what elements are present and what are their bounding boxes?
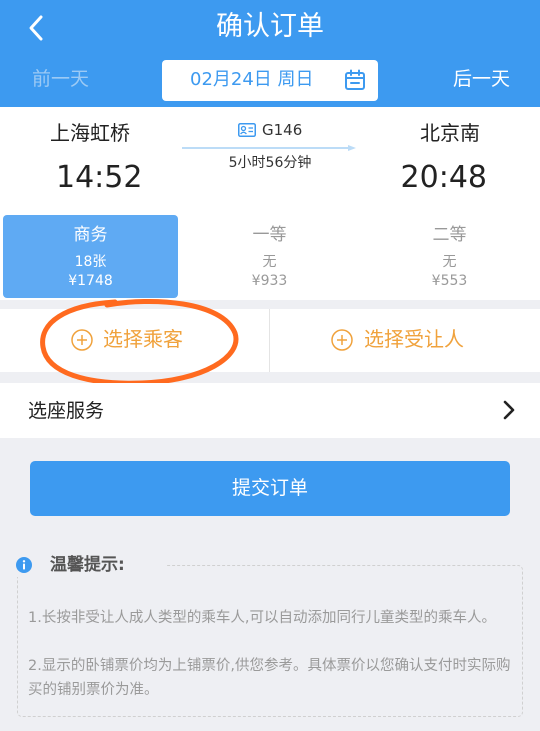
- calendar-icon: [345, 69, 365, 90]
- seat-service-label: 选座服务: [28, 400, 105, 422]
- seat-name: 二等: [432, 225, 467, 245]
- train-number: G146: [262, 121, 303, 139]
- choose-passenger-button[interactable]: 选择乘客: [0, 309, 269, 372]
- id-card-icon: [238, 123, 256, 137]
- page-title: 确认订单: [216, 11, 324, 42]
- seat-option-first-class[interactable]: 一等 无 ¥933: [182, 215, 357, 298]
- submit-order-button[interactable]: 提交订单: [30, 461, 510, 516]
- next-day-button[interactable]: 后一天: [453, 66, 510, 92]
- seat-name: 商务: [73, 225, 108, 245]
- choose-beneficiary-button[interactable]: 选择受让人: [270, 309, 540, 372]
- departure-station: 上海虹桥: [50, 121, 130, 145]
- plus-circle-icon: [71, 329, 93, 351]
- tip-line-1: 1.长按非受让人成人类型的乘车人,可以自动添加同行儿童类型的乘车人。: [28, 610, 496, 626]
- tip-line-2: 2.显示的卧铺票价均为上铺票价,供您参考。具体票价以您确认支付时实际购买的铺别票…: [28, 658, 511, 698]
- info-icon: [16, 557, 32, 573]
- seat-class-selector: 商务 18张 ¥1748 一等 无 ¥933 二等 无 ¥553: [0, 205, 540, 300]
- seat-option-business[interactable]: 商务 18张 ¥1748: [3, 215, 178, 298]
- choose-beneficiary-label: 选择受让人: [364, 327, 464, 351]
- seat-service-row[interactable]: 选座服务: [0, 383, 540, 438]
- seat-availability: 18张: [74, 254, 107, 270]
- choose-passenger-label: 选择乘客: [103, 327, 183, 351]
- passenger-selection-row: 选择乘客 选择受让人: [0, 309, 540, 372]
- seat-name: 一等: [252, 225, 287, 245]
- tips-title: 温馨提示:: [50, 555, 125, 575]
- seat-price: ¥553: [431, 273, 468, 289]
- tips-box: 1.长按非受让人成人类型的乘车人,可以自动添加同行儿童类型的乘车人。 2.显示的…: [17, 565, 523, 717]
- seat-price: ¥933: [251, 273, 288, 289]
- seat-availability: 无: [262, 254, 277, 270]
- date-picker[interactable]: 02月24日 周日: [162, 60, 378, 101]
- arrival-station: 北京南: [420, 121, 480, 145]
- chevron-right-icon: [503, 400, 515, 420]
- route-arrow: [182, 145, 356, 151]
- seat-availability: 无: [442, 254, 457, 270]
- plus-circle-icon: [331, 329, 353, 351]
- top-bar: 确认订单 前一天 02月24日 周日 后一天: [0, 0, 540, 107]
- train-info-card: 上海虹桥 14:52 G146 5小时56分钟 北京南 20:48: [0, 107, 540, 205]
- tips-header: 温馨提示:: [16, 553, 166, 577]
- arrival-time: 20:48: [400, 160, 487, 195]
- seat-price: ¥1748: [68, 273, 113, 289]
- prev-day-button[interactable]: 前一天: [32, 66, 89, 92]
- date-label: 02月24日 周日: [190, 69, 314, 90]
- seat-option-second-class[interactable]: 二等 无 ¥553: [362, 215, 537, 298]
